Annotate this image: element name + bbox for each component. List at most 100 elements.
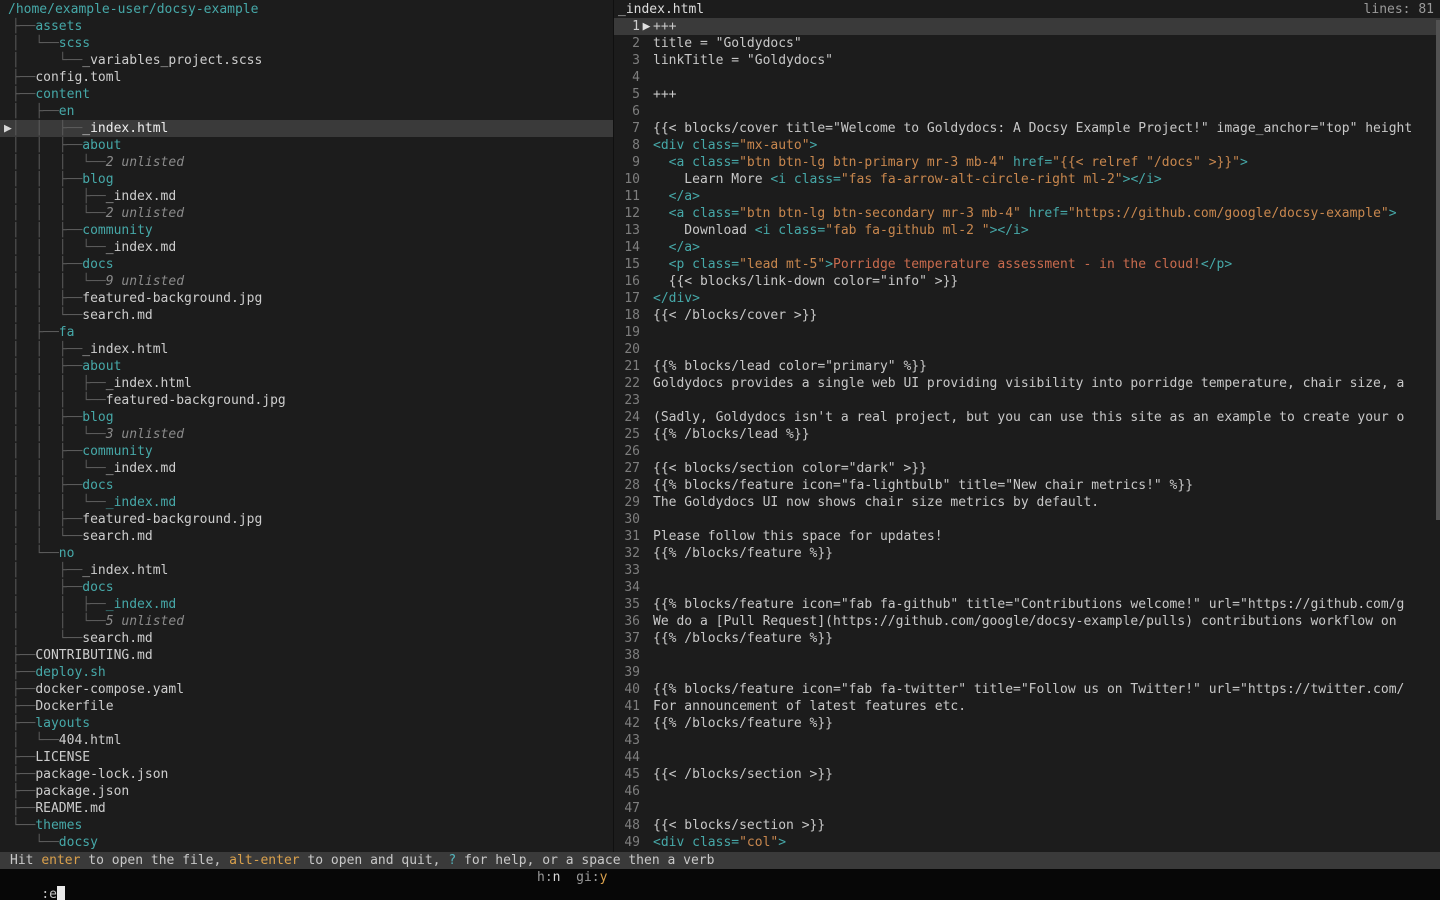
tree-row-dir[interactable]: │ ├──docs (0, 579, 613, 596)
code-line[interactable]: 7 {{< blocks/cover title="Welcome to Gol… (614, 120, 1440, 137)
code-line[interactable]: 12 <a class="btn btn-lg btn-secondary mr… (614, 205, 1440, 222)
tree-row-dir[interactable]: │ │ ├──docs (0, 256, 613, 273)
code-line[interactable]: 13 Download <i class="fab fa-github ml-2… (614, 222, 1440, 239)
code-line[interactable]: 29 The Goldydocs UI now shows chair size… (614, 494, 1440, 511)
tree-row-file[interactable]: │ │ │ └──featured-background.jpg (0, 392, 613, 409)
tree-row-file[interactable]: │ │ │ ├──_index.html (0, 375, 613, 392)
scrollbar-thumb[interactable] (1436, 20, 1440, 520)
tree-row-dir[interactable]: └──themes (0, 817, 613, 834)
tree-row-file[interactable]: ├──package.json (0, 783, 613, 800)
tree-row-file[interactable]: ├──README.md (0, 800, 613, 817)
code-line[interactable]: 38 (614, 647, 1440, 664)
code-line[interactable]: 15 <p class="lead mt-5">Porridge tempera… (614, 256, 1440, 273)
tree-row-dir[interactable]: ├──layouts (0, 715, 613, 732)
code-line[interactable]: 8 <div class="mx-auto"> (614, 137, 1440, 154)
tree-row-file[interactable]: │ │ ├──featured-background.jpg (0, 290, 613, 307)
tree-row-file[interactable]: ├──LICENSE (0, 749, 613, 766)
code-line[interactable]: 16 {{< blocks/link-down color="info" >}} (614, 273, 1440, 290)
code-line[interactable]: 43 (614, 732, 1440, 749)
code-line[interactable]: 32 {{% /blocks/feature %}} (614, 545, 1440, 562)
code-line[interactable]: 44 (614, 749, 1440, 766)
code-line[interactable]: 22 Goldydocs provides a single web UI pr… (614, 375, 1440, 392)
code-line[interactable]: 3 linkTitle = "Goldydocs" (614, 52, 1440, 69)
code-line[interactable]: 41 For announcement of latest features e… (614, 698, 1440, 715)
code-line[interactable]: 48 {{< blocks/section >}} (614, 817, 1440, 834)
code-line[interactable]: 30 (614, 511, 1440, 528)
code-line[interactable]: 47 (614, 800, 1440, 817)
tree-row-file[interactable]: │ │ └──search.md (0, 528, 613, 545)
tree-row-file[interactable]: ▶│ │ ├──_index.html (0, 120, 613, 137)
code-line[interactable]: 49 <div class="col"> (614, 834, 1440, 851)
code-line[interactable]: 11 </a> (614, 188, 1440, 205)
tree-row-dir[interactable]: └──docsy (0, 834, 613, 851)
code-line[interactable]: 39 (614, 664, 1440, 681)
code-line[interactable]: 1▶+++ (614, 18, 1440, 35)
tree-row-file[interactable]: │ │ │ └──_index.md (0, 239, 613, 256)
tree-row-dir[interactable]: │ ├──en (0, 103, 613, 120)
input-bar[interactable]: :e h:n gi:y (0, 869, 1440, 900)
tree-row-file[interactable]: │ └──search.md (0, 630, 613, 647)
code-line[interactable]: 23 (614, 392, 1440, 409)
tree-row-dir[interactable]: │ │ ├──community (0, 222, 613, 239)
tree-row-file[interactable]: ├──Dockerfile (0, 698, 613, 715)
tree-row-dir[interactable]: │ │ ├──about (0, 358, 613, 375)
tree-row-dir[interactable]: │ │ ├──blog (0, 171, 613, 188)
code-line[interactable]: 27 {{< blocks/section color="dark" >}} (614, 460, 1440, 477)
code-line[interactable]: 25 {{% /blocks/lead %}} (614, 426, 1440, 443)
tree-row-file[interactable]: │ │ ├──_index.html (0, 341, 613, 358)
tree-row-file[interactable]: ├──CONTRIBUTING.md (0, 647, 613, 664)
code-line[interactable]: 18 {{< /blocks/cover >}} (614, 307, 1440, 324)
tree-row-dir[interactable]: │ │ ├──docs (0, 477, 613, 494)
code-line[interactable]: 24 (Sadly, Goldydocs isn't a real projec… (614, 409, 1440, 426)
code-line[interactable]: 37 {{% /blocks/feature %}} (614, 630, 1440, 647)
code-line[interactable]: 19 (614, 324, 1440, 341)
code-line[interactable]: 42 {{% /blocks/feature %}} (614, 715, 1440, 732)
code-line[interactable]: 17 </div> (614, 290, 1440, 307)
command-input[interactable]: :e (31, 887, 57, 900)
tree-row-unlisted[interactable]: │ │ │ └──2 unlisted (0, 154, 613, 171)
code-line[interactable]: 45 {{< /blocks/section >}} (614, 766, 1440, 783)
code-line[interactable]: 2 title = "Goldydocs" (614, 35, 1440, 52)
code-line[interactable]: 35 {{% blocks/feature icon="fab fa-githu… (614, 596, 1440, 613)
tree-row-file[interactable]: │ │ │ └──_index.md (0, 494, 613, 511)
preview-scrollbar[interactable] (1436, 18, 1440, 852)
tree-row-file[interactable]: ├──deploy.sh (0, 664, 613, 681)
tree-row-dir[interactable]: ├──assets (0, 18, 613, 35)
tree-row-unlisted[interactable]: │ │ │ └──2 unlisted (0, 205, 613, 222)
code-line[interactable]: 28 {{% blocks/feature icon="fa-lightbulb… (614, 477, 1440, 494)
tree-row-file[interactable]: │ └──_variables_project.scss (0, 52, 613, 69)
tree-row-dir[interactable]: │ └──scss (0, 35, 613, 52)
tree-row-file[interactable]: ├──docker-compose.yaml (0, 681, 613, 698)
tree-row-dir[interactable]: ├──content (0, 86, 613, 103)
code-line[interactable]: 21 {{% blocks/lead color="primary" %}} (614, 358, 1440, 375)
code-line[interactable]: 36 We do a [Pull Request](https://github… (614, 613, 1440, 630)
code-line[interactable]: 6 (614, 103, 1440, 120)
tree-row-dir[interactable]: │ │ ├──about (0, 137, 613, 154)
tree-row-dir[interactable]: │ │ ├──community (0, 443, 613, 460)
tree-row-unlisted[interactable]: │ │ │ └──9 unlisted (0, 273, 613, 290)
tree-row-file[interactable]: │ ├──_index.html (0, 562, 613, 579)
code-line[interactable]: 46 (614, 783, 1440, 800)
tree-row-file[interactable]: ├──config.toml (0, 69, 613, 86)
code-line[interactable]: 14 </a> (614, 239, 1440, 256)
code-line[interactable]: 5 +++ (614, 86, 1440, 103)
tree-row-file[interactable]: │ │ └──search.md (0, 307, 613, 324)
tree-row-dir[interactable]: │ │ ├──blog (0, 409, 613, 426)
tree-row-dir[interactable]: │ └──no (0, 545, 613, 562)
code-line[interactable]: 10 Learn More <i class="fas fa-arrow-alt… (614, 171, 1440, 188)
code-line[interactable]: 34 (614, 579, 1440, 596)
code-line[interactable]: 33 (614, 562, 1440, 579)
code-line[interactable]: 40 {{% blocks/feature icon="fab fa-twitt… (614, 681, 1440, 698)
tree-row-file[interactable]: ├──package-lock.json (0, 766, 613, 783)
code-line[interactable]: 4 (614, 69, 1440, 86)
tree-row-file[interactable]: │ │ │ ├──_index.md (0, 188, 613, 205)
tree-row-unlisted[interactable]: │ │ │ └──3 unlisted (0, 426, 613, 443)
tree-row-file[interactable]: │ │ │ └──_index.md (0, 460, 613, 477)
tree-row-file[interactable]: │ │ ├──_index.md (0, 596, 613, 613)
tree-row-unlisted[interactable]: │ │ └──5 unlisted (0, 613, 613, 630)
code-line[interactable]: 26 (614, 443, 1440, 460)
code-line[interactable]: 31 Please follow this space for updates! (614, 528, 1440, 545)
code-line[interactable]: 20 (614, 341, 1440, 358)
tree-row-file[interactable]: │ └──404.html (0, 732, 613, 749)
tree-row-file[interactable]: │ │ ├──featured-background.jpg (0, 511, 613, 528)
